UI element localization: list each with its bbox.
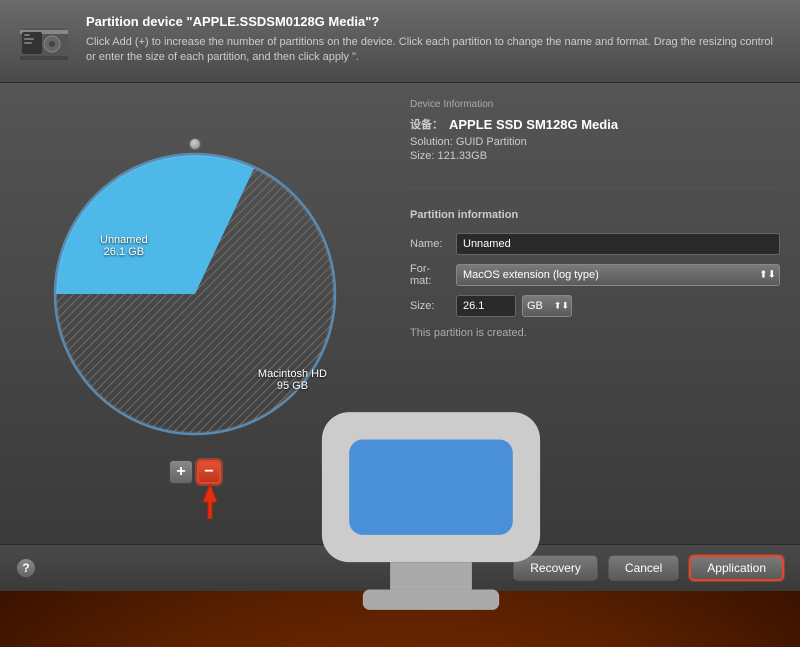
dialog-header: Partition device "APPLE.SSDSM0128G Media… bbox=[0, 0, 800, 83]
solution-detail: Solution: GUID Partition bbox=[410, 136, 780, 148]
add-partition-button[interactable]: + bbox=[169, 460, 193, 484]
format-label: For-mat: bbox=[410, 263, 448, 287]
name-field-row: Name: bbox=[410, 233, 780, 255]
header-text: Partition device "APPLE.SSDSM0128G Media… bbox=[86, 14, 784, 66]
unit-select[interactable]: GB TB MB bbox=[522, 295, 572, 317]
remove-partition-button[interactable]: − bbox=[197, 460, 221, 484]
pie-chart: Unnamed 26.1 GB Macintosh HD 95 GB bbox=[45, 144, 345, 444]
format-field-row: For-mat: MacOS extension (log type) APFS… bbox=[410, 263, 780, 287]
divider bbox=[410, 188, 780, 189]
macintosh-partition-label[interactable]: Macintosh HD 95 GB bbox=[258, 344, 327, 392]
partition-controls: + − bbox=[169, 460, 221, 484]
unit-select-container: GB TB MB ⬆⬇ bbox=[522, 295, 572, 317]
apply-button[interactable]: Application bbox=[689, 555, 784, 581]
cancel-button[interactable]: Cancel bbox=[608, 555, 679, 581]
partition-info-label: Partition information bbox=[410, 209, 780, 221]
created-text: This partition is created. bbox=[410, 327, 780, 339]
format-select-container: MacOS extension (log type) APFS MS-DOS (… bbox=[456, 264, 780, 286]
dialog-title: Partition device "APPLE.SSDSM0128G Media… bbox=[86, 14, 784, 29]
disk-icon bbox=[16, 14, 72, 70]
name-input[interactable] bbox=[456, 233, 780, 255]
unnamed-partition-label[interactable]: Unnamed 26.1 GB bbox=[100, 234, 148, 258]
macintosh-icon bbox=[281, 344, 303, 366]
resize-handle[interactable] bbox=[189, 138, 201, 150]
device-name-row: 设备： APPLE SSD SM128G Media bbox=[410, 116, 780, 132]
partition-info-section: Partition information Name: For-mat: Mac… bbox=[410, 209, 780, 339]
format-select[interactable]: MacOS extension (log type) APFS MS-DOS (… bbox=[456, 264, 780, 286]
name-label: Name: bbox=[410, 238, 448, 250]
size-field-row: Size: GB TB MB ⬆⬇ bbox=[410, 295, 780, 317]
device-name-value: APPLE SSD SM128G Media bbox=[449, 117, 618, 132]
size-detail: Size: 121.33GB bbox=[410, 150, 780, 162]
main-content: Unnamed 26.1 GB Macintosh HD 95 GB bbox=[0, 83, 800, 544]
device-info-label: Device Information bbox=[410, 99, 780, 110]
partition-dialog: Partition device "APPLE.SSDSM0128G Media… bbox=[0, 0, 800, 591]
help-button[interactable]: ? bbox=[16, 558, 36, 578]
dialog-description: Click Add (+) to increase the number of … bbox=[86, 35, 784, 66]
arrow-indicator bbox=[195, 484, 225, 524]
size-input[interactable] bbox=[456, 295, 516, 317]
chart-area: Unnamed 26.1 GB Macintosh HD 95 GB bbox=[0, 83, 390, 544]
size-row: GB TB MB ⬆⬇ bbox=[456, 295, 572, 317]
device-info-section: Device Information 设备： APPLE SSD SM128G … bbox=[410, 99, 780, 164]
size-label: Size: bbox=[410, 300, 448, 312]
device-prefix-label: 设备： bbox=[410, 116, 443, 132]
